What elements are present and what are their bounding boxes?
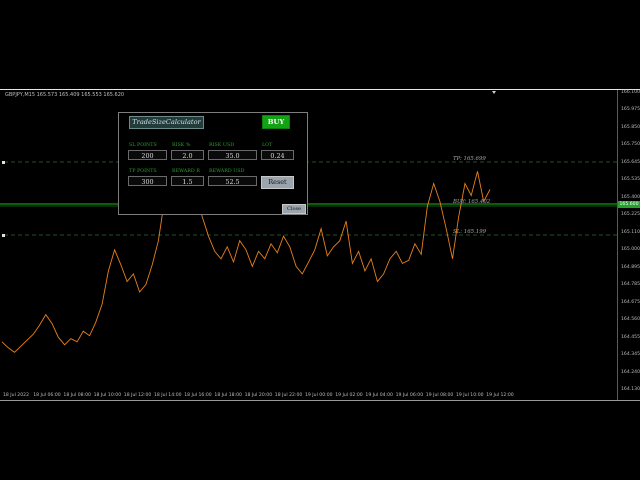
price-scale-label: 165.225	[621, 212, 640, 218]
current-price-tag: 165.600	[618, 201, 640, 208]
reward-usd-field: 52.5	[208, 176, 257, 186]
reward-r-field: 1.5	[171, 176, 204, 186]
buy-button[interactable]: BUY	[262, 115, 290, 129]
price-scale-label: 164.455	[621, 334, 640, 340]
price-scale-label: 165.110	[621, 229, 640, 235]
time-axis-label: 19 Jul 02:00	[335, 393, 363, 398]
time-axis-label: 19 Jul 08:00	[425, 393, 454, 398]
time-axis-label: 19 Jul 00:00	[305, 393, 333, 398]
price-scale-label: 164.675	[621, 299, 640, 305]
price-scale-label: 165.645	[621, 159, 640, 165]
lot-field: 0.24	[261, 150, 294, 160]
reset-button[interactable]: Reset	[261, 176, 294, 189]
price-scale-label: 165.750	[621, 142, 640, 148]
time-axis-label: 18 Jul 2022	[3, 393, 29, 398]
time-axis-label: 19 Jul 12:00	[486, 393, 514, 398]
risk-pct-input[interactable]: 2.0	[171, 150, 204, 160]
time-axis-label: 19 Jul 10:00	[456, 393, 484, 398]
lot-label: LOT	[262, 143, 273, 148]
price-scale-label: 166.100	[621, 90, 640, 95]
price-scale-label: 164.560	[621, 317, 640, 323]
tp-line-handle[interactable]	[2, 161, 5, 164]
price-scale-label: 165.975	[621, 107, 640, 113]
sl-points-label: SL POINTS	[129, 143, 157, 148]
risk-usd-field: 35.0	[208, 150, 257, 160]
buy-level-label: BUY: 165.402	[453, 199, 491, 205]
time-axis-label: 18 Jul 08:00	[63, 393, 91, 398]
tp-points-input[interactable]: 300	[128, 176, 167, 186]
price-scale-label: 164.895	[621, 264, 640, 270]
reward-r-label: REWARD R	[172, 169, 200, 174]
tp-level-label: TP: 165.699	[453, 156, 486, 162]
price-scale-label: 165.850	[621, 124, 640, 130]
time-axis-label: 18 Jul 16:00	[184, 393, 212, 398]
time-axis-label: 18 Jul 18:00	[214, 393, 242, 398]
price-scale-label: 165.000	[621, 247, 640, 253]
tp-points-label: TP POINTS	[129, 169, 157, 174]
time-axis-label: 19 Jul 06:00	[395, 393, 424, 398]
time-axis-label: 18 Jul 20:00	[244, 393, 273, 398]
sl-points-input[interactable]: 200	[128, 150, 167, 160]
time-axis-label: 18 Jul 22:00	[274, 393, 303, 398]
price-scale-label: 164.345	[621, 352, 640, 358]
time-axis-label: 18 Jul 06:00	[33, 393, 61, 398]
time-axis-label: 18 Jul 10:00	[93, 393, 122, 398]
price-scale-label: 165.535	[621, 177, 640, 183]
price-scale-label: 165.400	[621, 194, 640, 200]
price-chart	[0, 118, 617, 353]
risk-pct-label: RISK %	[172, 143, 191, 148]
close-button[interactable]: Close	[282, 204, 306, 214]
sl-line-handle[interactable]	[2, 234, 5, 237]
price-scale-label: 164.240	[621, 369, 640, 375]
time-axis-label: 19 Jul 04:00	[365, 393, 393, 398]
time-axis-label: 18 Jul 12:00	[123, 393, 152, 398]
price-scale-divider	[617, 90, 618, 400]
reward-usd-label: REWARD USD	[209, 169, 245, 174]
trade-size-calculator-panel[interactable]: TradeSizeCalculator BUY SL POINTS RISK %…	[118, 112, 308, 215]
risk-usd-label: RISK USD	[209, 143, 235, 148]
sl-level-label: SL: 165.199	[453, 229, 487, 235]
price-scale-label: 164.785	[621, 282, 640, 288]
calculator-title[interactable]: TradeSizeCalculator	[129, 116, 204, 129]
price-scale-label: 164.130	[621, 387, 640, 392]
time-axis-label: 18 Jul 14:00	[154, 393, 182, 398]
